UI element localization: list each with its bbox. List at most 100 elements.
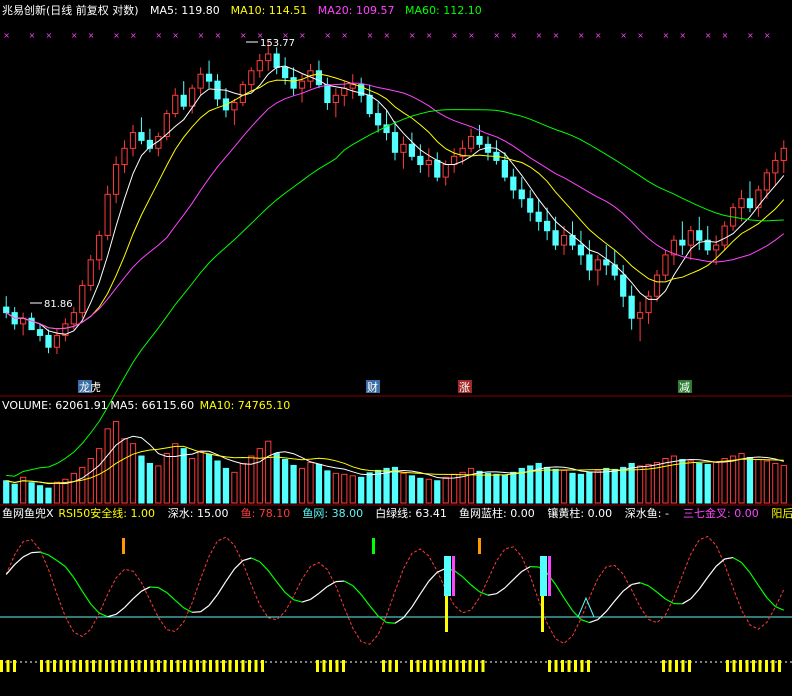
signal-marker: × bbox=[172, 31, 179, 40]
indicator-legend-item: 深水: 15.00 bbox=[168, 507, 229, 520]
candle-body bbox=[721, 225, 728, 246]
white-green-line bbox=[369, 605, 379, 617]
bottom-yellow-tick bbox=[429, 660, 433, 672]
white-green-line bbox=[14, 556, 24, 566]
candle-body bbox=[527, 198, 534, 213]
volume-bar bbox=[746, 457, 754, 504]
volume-bar bbox=[121, 438, 128, 504]
white-green-line bbox=[411, 593, 421, 608]
volume-bar bbox=[510, 471, 517, 504]
ma20-line bbox=[5, 82, 785, 330]
candle-body bbox=[290, 77, 297, 89]
candle-body bbox=[189, 87, 196, 107]
volume-bar bbox=[772, 462, 779, 504]
indicator-legend-item: 鱼网蓝柱: 0.00 bbox=[459, 506, 535, 520]
white-green-line bbox=[698, 576, 709, 590]
indicator-legend-item: 阳后小双 bbox=[771, 507, 792, 520]
event-tag-label[interactable]: 财 bbox=[367, 380, 378, 394]
yellow-bar bbox=[445, 596, 448, 632]
volume-bar bbox=[484, 472, 492, 504]
candle-body bbox=[324, 84, 331, 104]
bottom-yellow-tick bbox=[0, 660, 3, 672]
indicator-legend-item: 鱼: 78.10 bbox=[241, 506, 291, 520]
bottom-yellow-tick bbox=[53, 660, 56, 672]
candle-body bbox=[577, 244, 585, 256]
bottom-yellow-tick bbox=[449, 660, 452, 672]
bottom-yellow-tick bbox=[215, 660, 219, 672]
white-green-line bbox=[192, 611, 201, 613]
bottom-yellow-tick bbox=[72, 660, 76, 672]
volume-bar bbox=[222, 467, 230, 504]
bottom-yellow-tick bbox=[462, 660, 465, 672]
candle-body bbox=[696, 230, 703, 241]
volume-bar bbox=[408, 475, 416, 504]
white-green-line bbox=[504, 579, 514, 589]
indicator-legend-item: 镶黄柱: 0.00 bbox=[547, 506, 612, 520]
volume-bar bbox=[104, 428, 111, 504]
bottom-yellow-tick bbox=[124, 660, 128, 672]
event-tag-label[interactable]: 龙虎 bbox=[79, 381, 101, 394]
candle-body bbox=[772, 159, 779, 174]
white-green-line bbox=[132, 590, 142, 600]
candle-body bbox=[180, 94, 187, 107]
volume-bar bbox=[687, 460, 694, 504]
white-green-line bbox=[293, 599, 303, 603]
candle-body bbox=[53, 334, 61, 348]
white-green-line bbox=[766, 597, 776, 607]
main-legend: MA5: 119.80 MA10: 114.51 MA20: 109.57 MA60:… bbox=[150, 4, 482, 17]
bottom-yellow-tick bbox=[98, 660, 102, 672]
bottom-yellow-tick bbox=[726, 660, 729, 672]
bottom-yellow-tick bbox=[254, 660, 258, 672]
volume-bar bbox=[358, 476, 365, 504]
bottom-yellow-tick bbox=[79, 660, 82, 672]
golden-cross-bar bbox=[452, 556, 455, 596]
event-tag-label[interactable]: 减 bbox=[679, 381, 690, 394]
volume-bar bbox=[391, 466, 399, 504]
candle-body bbox=[129, 132, 137, 149]
signal-marker: × bbox=[71, 31, 78, 40]
bottom-yellow-tick bbox=[202, 660, 206, 672]
event-tags: 龙虎 财 涨 减 bbox=[78, 380, 692, 394]
white-green-line bbox=[352, 585, 362, 595]
chart-canvas[interactable]: × × × × × × × × × × × × × × × × × × × × × × × × × × × × × × × × × × × × × 兆易… bbox=[0, 0, 792, 696]
candle-body bbox=[417, 155, 424, 166]
main-legend-item: MA20: 109.57 bbox=[318, 4, 395, 17]
bottom-yellow-tick bbox=[40, 660, 43, 672]
white-green-line bbox=[656, 591, 666, 600]
bottom-yellow-tick bbox=[170, 660, 173, 672]
candle-body bbox=[763, 172, 770, 191]
bottom-yellow-tick bbox=[322, 660, 326, 672]
white-green-line bbox=[462, 576, 472, 586]
stock-title: 兆易创新(日线 前复权 对数) bbox=[2, 3, 139, 17]
bottom-yellow-tick bbox=[248, 660, 251, 672]
candle-body bbox=[28, 317, 35, 331]
bottom-yellow-tick bbox=[481, 660, 485, 672]
white-green-line bbox=[741, 562, 751, 574]
candle-body bbox=[87, 259, 94, 287]
volume-bar bbox=[332, 472, 339, 504]
signal-marker: × bbox=[409, 31, 416, 40]
indicator-panel bbox=[0, 535, 792, 672]
volume-bar bbox=[611, 468, 618, 504]
white-green-line bbox=[394, 617, 404, 624]
white-green-line bbox=[496, 587, 506, 595]
signal-marker: × bbox=[747, 31, 754, 40]
volume-bar bbox=[738, 453, 745, 504]
volume-bar bbox=[721, 458, 728, 504]
candle-body bbox=[391, 132, 399, 153]
candle-body bbox=[679, 239, 686, 246]
volume-bar bbox=[780, 464, 787, 504]
white-green-line bbox=[310, 592, 320, 600]
indicator-legend: 鱼网鱼兜X RSI50安全线: 1.00 深水: 15.00 鱼: 78.10 鱼网: … bbox=[2, 506, 792, 520]
candle-body bbox=[79, 285, 86, 314]
event-tag-label[interactable]: 涨 bbox=[459, 381, 470, 394]
golden-cross-bar bbox=[548, 556, 551, 596]
volume-bar bbox=[594, 470, 601, 504]
bottom-yellow-tick bbox=[745, 660, 749, 672]
candle-body bbox=[518, 189, 525, 200]
volume-bar bbox=[341, 473, 348, 504]
volume-bar bbox=[349, 475, 356, 504]
bottom-yellow-tick bbox=[765, 660, 768, 672]
candle-body bbox=[467, 135, 475, 149]
white-green-line bbox=[259, 561, 269, 571]
